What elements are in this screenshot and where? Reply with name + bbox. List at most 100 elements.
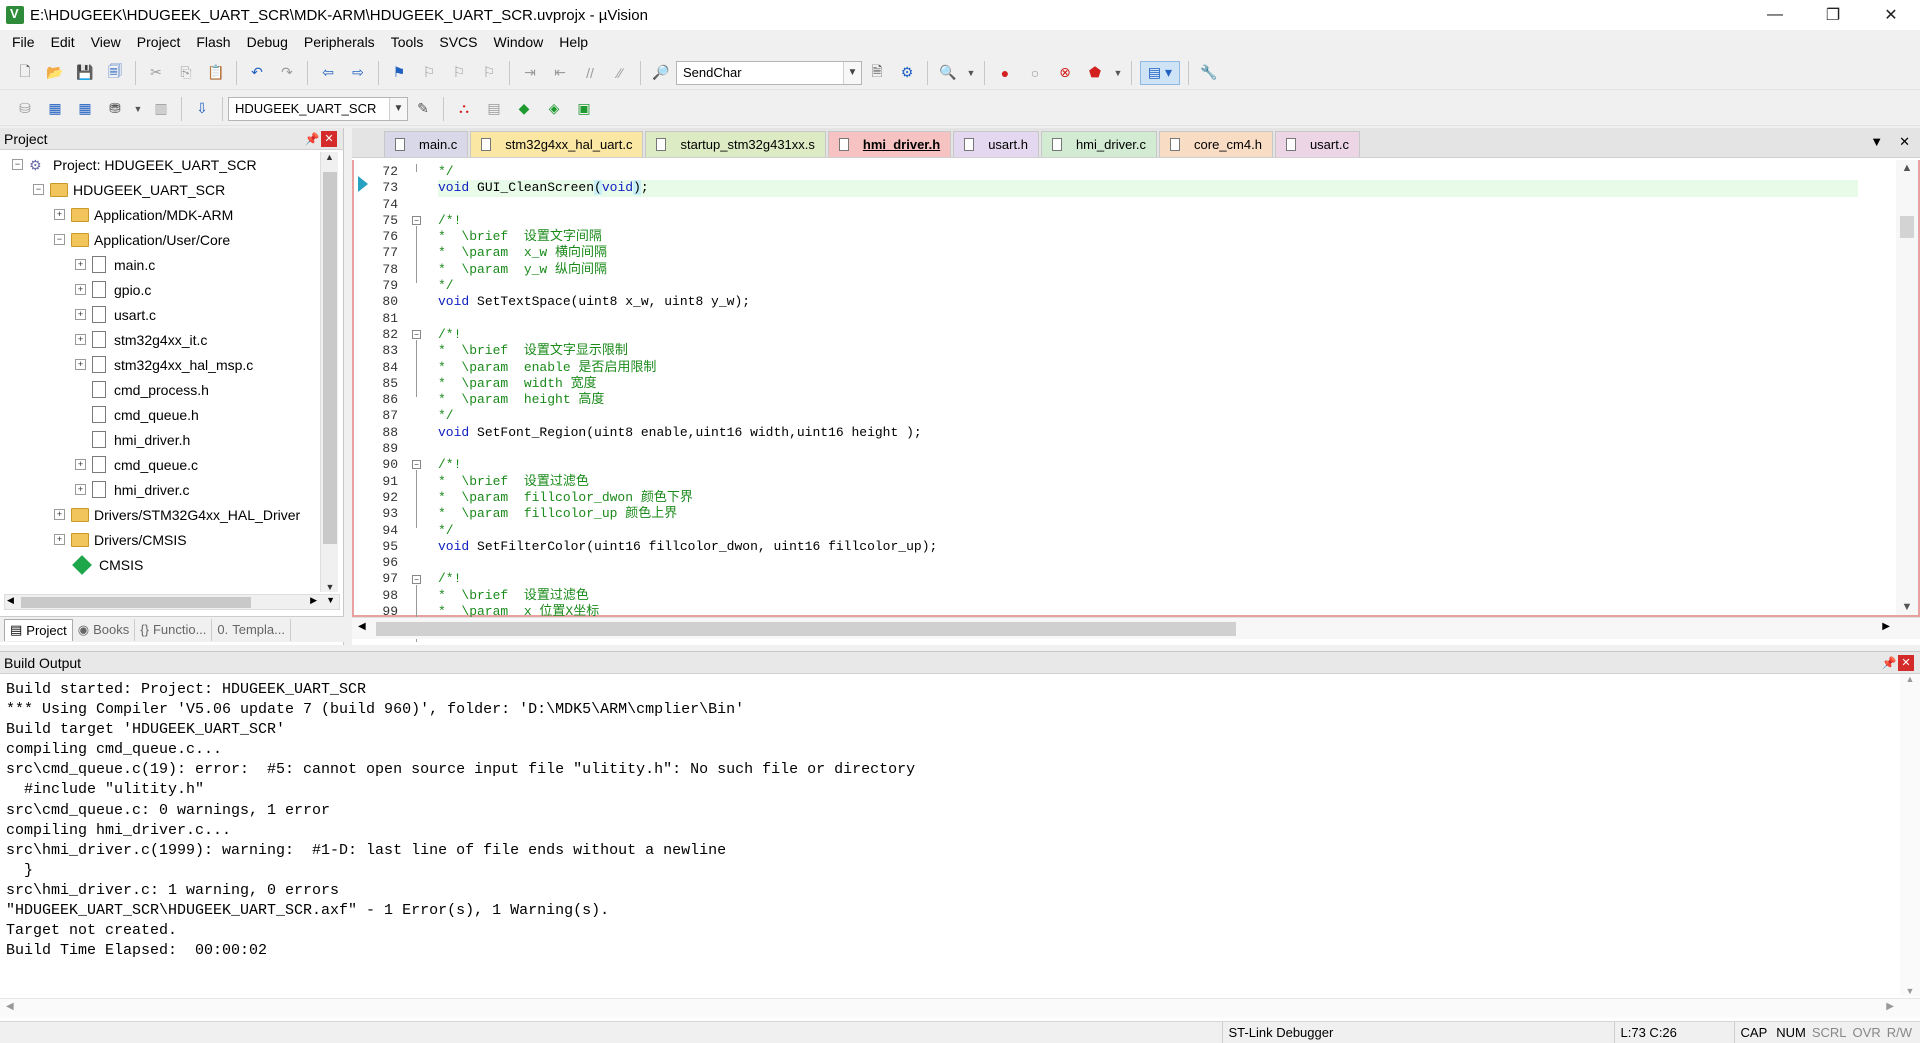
- pack-installer-icon[interactable]: ▣: [572, 97, 596, 121]
- find-in-files-icon[interactable]: 🔎: [649, 61, 673, 85]
- cut-icon[interactable]: ✂: [144, 61, 168, 85]
- scroll-up-icon[interactable]: ▲: [321, 152, 338, 162]
- breakpoint-icon[interactable]: ●: [993, 61, 1017, 85]
- menu-item-help[interactable]: Help: [551, 34, 596, 50]
- batch-build-icon[interactable]: ⛃: [103, 97, 127, 121]
- close-icon[interactable]: ✕: [1898, 654, 1914, 671]
- menu-item-edit[interactable]: Edit: [43, 34, 83, 50]
- editor-tab[interactable]: usart.h: [953, 131, 1039, 157]
- uncomment-icon[interactable]: ⁄⁄: [608, 61, 632, 85]
- scroll-up-icon[interactable]: ▲: [1896, 162, 1918, 174]
- fold-collapse-icon[interactable]: −: [412, 330, 421, 339]
- tab-templa[interactable]: 0. Templa...: [212, 618, 291, 641]
- editor-tab[interactable]: startup_stm32g431xx.s: [645, 131, 826, 157]
- fold-collapse-icon[interactable]: −: [412, 215, 421, 225]
- tree-item[interactable]: hmi_driver.h: [0, 427, 320, 452]
- tree-item[interactable]: − Application/User/Core: [0, 227, 320, 252]
- collapse-icon[interactable]: −: [54, 234, 65, 245]
- scroll-right-icon[interactable]: ▶: [1882, 621, 1890, 632]
- next-bookmark-icon[interactable]: ⚐: [447, 61, 471, 85]
- target-options-icon[interactable]: ✎: [411, 97, 435, 121]
- menu-item-debug[interactable]: Debug: [239, 34, 296, 50]
- expand-icon[interactable]: +: [54, 209, 65, 220]
- tree-item[interactable]: + Application/MDK-ARM: [0, 202, 320, 227]
- scroll-thumb[interactable]: [376, 622, 1236, 636]
- kill-breakpoints-icon[interactable]: ⊗: [1053, 61, 1077, 85]
- scroll-down-icon[interactable]: ▼: [1896, 601, 1918, 613]
- find-combo[interactable]: SendChar ▼: [676, 60, 862, 85]
- tree-item[interactable]: + hmi_driver.c: [0, 477, 320, 502]
- navigate-back-icon[interactable]: ⇦: [316, 61, 340, 85]
- tree-item[interactable]: + Drivers/STM32G4xx_HAL_Driver: [0, 502, 320, 527]
- fold-collapse-icon[interactable]: −: [412, 460, 421, 470]
- scroll-left-icon[interactable]: ◀: [358, 621, 366, 632]
- close-tab-icon[interactable]: ✕: [1899, 134, 1910, 150]
- prev-bookmark-icon[interactable]: ⚐: [417, 61, 441, 85]
- menu-item-view[interactable]: View: [83, 34, 129, 50]
- pin-icon[interactable]: 📌: [1880, 656, 1898, 670]
- tab-project[interactable]: ▤ Project: [4, 618, 73, 641]
- build-horizontal-scrollbar[interactable]: ◀ ▶: [0, 998, 1920, 1018]
- tree-item[interactable]: + cmd_queue.c: [0, 452, 320, 477]
- configure-icon[interactable]: ⚙: [895, 61, 919, 85]
- tree-item[interactable]: cmd_process.h: [0, 377, 320, 402]
- menu-item-window[interactable]: Window: [486, 34, 552, 50]
- editor-tab[interactable]: hmi_driver.h: [827, 131, 952, 157]
- menu-item-flash[interactable]: Flash: [188, 34, 238, 50]
- undo-icon[interactable]: ↶: [245, 61, 269, 85]
- tree-item[interactable]: + Drivers/CMSIS: [0, 527, 320, 552]
- scroll-left-icon[interactable]: ◀: [6, 1001, 14, 1012]
- fold-collapse-icon[interactable]: −: [412, 574, 421, 584]
- target-combo[interactable]: HDUGEEK_UART_SCR ▼: [228, 96, 408, 121]
- stop-build-icon[interactable]: ▥: [149, 97, 173, 121]
- indent-icon[interactable]: ⇥: [518, 61, 542, 85]
- wrench-icon[interactable]: 🔧: [1197, 61, 1221, 85]
- debug-session-icon[interactable]: 🔍: [936, 61, 960, 85]
- scroll-right-icon[interactable]: ▶: [310, 595, 317, 606]
- editor-tab[interactable]: core_cm4.h: [1159, 131, 1273, 157]
- chevron-down-icon[interactable]: ▼: [1113, 61, 1123, 85]
- select-packs-icon[interactable]: ◈: [542, 97, 566, 121]
- tree-item[interactable]: cmd_queue.h: [0, 402, 320, 427]
- editor-horizontal-scrollbar[interactable]: ◀ ▶: [352, 617, 1920, 639]
- scroll-down-icon[interactable]: ▼: [326, 595, 335, 605]
- restore-button[interactable]: ❐: [1804, 0, 1862, 30]
- build-output-text[interactable]: Build started: Project: HDUGEEK_UART_SCR…: [6, 680, 915, 961]
- menu-item-project[interactable]: Project: [129, 34, 189, 50]
- expand-icon[interactable]: +: [75, 484, 86, 495]
- tab-books[interactable]: ◉ Books: [73, 618, 136, 641]
- open-file-icon[interactable]: 📂: [43, 61, 67, 85]
- translate-icon[interactable]: ⛁: [13, 97, 37, 121]
- expand-icon[interactable]: +: [54, 534, 65, 545]
- build-icon[interactable]: ▦: [43, 97, 67, 121]
- navigate-forward-icon[interactable]: ⇨: [346, 61, 370, 85]
- expand-icon[interactable]: +: [75, 459, 86, 470]
- scroll-thumb[interactable]: [1900, 216, 1914, 238]
- close-button[interactable]: ✕: [1862, 0, 1920, 30]
- scroll-left-icon[interactable]: ◀: [7, 595, 14, 606]
- collapse-icon[interactable]: −: [33, 184, 44, 195]
- save-icon[interactable]: 💾: [73, 61, 97, 85]
- editor-tab[interactable]: stm32g4xx_hal_uart.c: [470, 131, 644, 157]
- code-text[interactable]: */void GUI_CleanScreen(void); /*! * \brie…: [438, 164, 1858, 620]
- rebuild-icon[interactable]: ▦: [73, 97, 97, 121]
- project-vertical-scrollbar[interactable]: ▲ ▼: [320, 152, 338, 592]
- window-layout-icon[interactable]: ⬟: [1083, 61, 1107, 85]
- editor-tab[interactable]: usart.c: [1274, 131, 1360, 157]
- editor-tab[interactable]: main.c: [384, 131, 469, 157]
- scroll-right-icon[interactable]: ▶: [1886, 1001, 1894, 1012]
- view-window-icon[interactable]: ▤ ▾: [1140, 60, 1180, 85]
- download-icon[interactable]: ⇩: [190, 97, 214, 121]
- minimize-button[interactable]: —: [1746, 0, 1804, 30]
- code-editor[interactable]: 72 73 74 75 76 77 78 79 80 81 82 83 84 85 86 87 88 89 90 91…: [352, 160, 1920, 642]
- close-icon[interactable]: ✕: [321, 130, 337, 147]
- build-vertical-scrollbar[interactable]: ▲ ▼: [1900, 674, 1920, 996]
- tab-list-icon[interactable]: ▼: [1870, 134, 1883, 150]
- save-all-icon[interactable]: 🗐: [103, 61, 127, 85]
- pin-icon[interactable]: 📌: [303, 132, 321, 146]
- menu-item-file[interactable]: File: [4, 34, 43, 50]
- copy-icon[interactable]: ⎘: [174, 61, 198, 85]
- collapse-icon[interactable]: −: [12, 159, 23, 170]
- expand-icon[interactable]: +: [75, 259, 86, 270]
- bookmark-icon[interactable]: ⚑: [387, 61, 411, 85]
